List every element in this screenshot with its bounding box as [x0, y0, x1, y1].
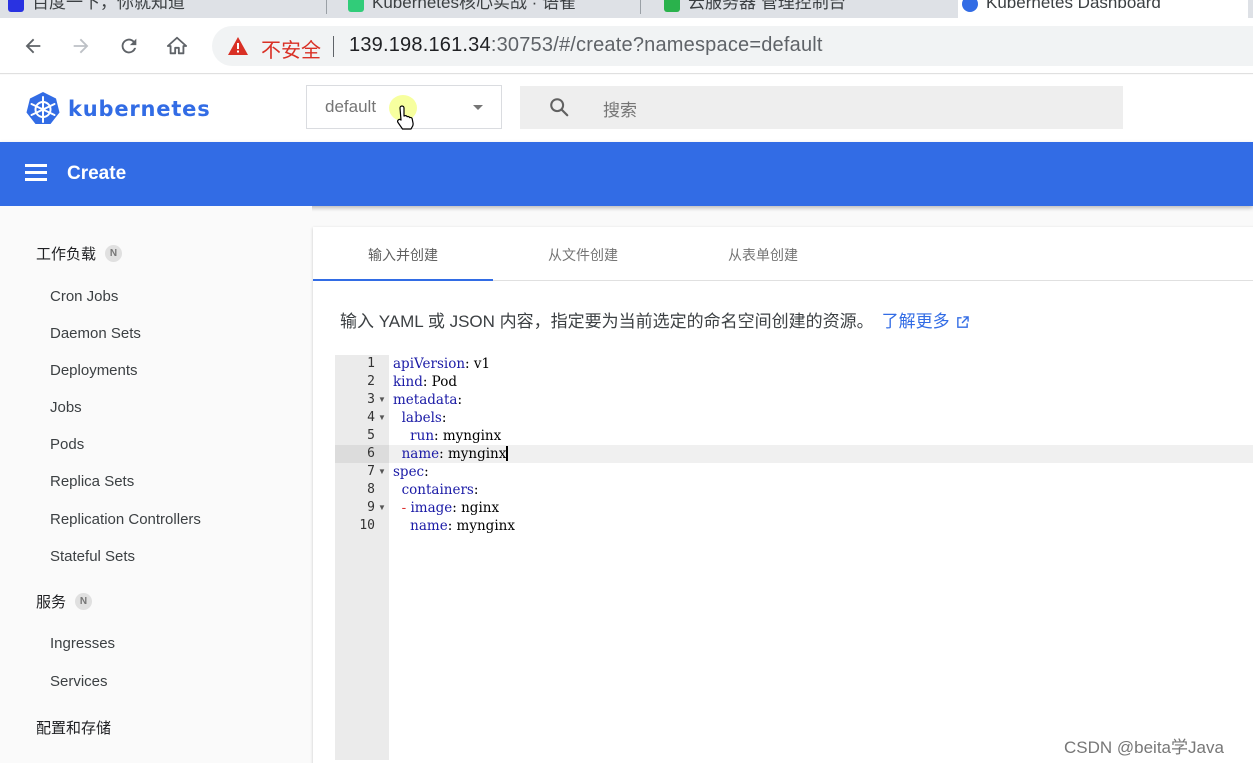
browser-tab-baidu[interactable]: 百度一下，你就知道	[4, 0, 322, 18]
browser-tab-strip: 百度一下，你就知道 Kubernetes核心实战 · 语雀 云服务器 管理控制台…	[0, 0, 1253, 18]
line-number: 5	[367, 428, 375, 443]
line-number: 10	[359, 518, 375, 533]
insecure-label: 不安全	[261, 40, 321, 62]
code-line: run: mynginx	[410, 428, 502, 444]
code-line: metadata:	[393, 392, 462, 408]
active-tab-indicator	[313, 279, 493, 281]
create-description: 输入 YAML 或 JSON 内容，指定要为当前选定的命名空间创建的资源。 了解更…	[340, 307, 969, 332]
cloud-favicon-icon	[664, 0, 680, 12]
home-button[interactable]	[161, 30, 193, 62]
line-number: 7	[367, 464, 375, 479]
line-number: 8	[367, 482, 375, 497]
browser-tab-cloud[interactable]: 云服务器 管理控制台	[660, 0, 950, 18]
line-number: 1	[367, 356, 375, 371]
active-line-highlight	[389, 445, 1253, 463]
omnibox-separator	[333, 36, 334, 57]
external-link-icon	[956, 316, 969, 328]
code-line: containers:	[401, 482, 479, 498]
reload-icon	[121, 38, 137, 54]
yuque-favicon-icon	[348, 0, 364, 12]
sidebar-section-config-storage[interactable]: 配置和存储	[36, 717, 111, 738]
create-card: 输入并创建 从文件创建 从表单创建 输入 YAML 或 JSON 内容，指定要为…	[313, 227, 1253, 763]
brand-name[interactable]: kubernetes	[68, 97, 211, 121]
text-cursor	[506, 446, 508, 461]
page-title: Create	[67, 163, 127, 184]
search-box[interactable]: 搜索	[520, 86, 1123, 129]
page-toolbar: Create	[0, 142, 1253, 206]
arrow-left-icon	[25, 38, 41, 54]
chevron-down-icon	[473, 105, 483, 110]
search-input[interactable]: 搜索	[603, 96, 637, 121]
line-number: 6	[367, 446, 375, 461]
code-line: spec:	[393, 464, 429, 480]
new-badge: N	[75, 593, 93, 610]
line-number: 4	[367, 410, 375, 425]
sidebar-section-service[interactable]: 服务 N	[36, 591, 93, 612]
tab-create-from-input[interactable]: 输入并创建	[313, 227, 493, 281]
url-text: 139.198.161.34:30753/#/create?namespace=…	[349, 34, 823, 56]
sidebar-item-cron-jobs[interactable]: Cron Jobs	[50, 288, 118, 305]
warning-icon	[228, 37, 248, 55]
code-line: labels:	[401, 410, 447, 426]
line-number: 3	[367, 392, 375, 407]
browser-tab-dashboard[interactable]: Kubernetes Dashboard	[958, 0, 1248, 18]
browser-tab-yuque[interactable]: Kubernetes核心实战 · 语雀	[344, 0, 634, 18]
sidebar-item-replication-controllers[interactable]: Replication Controllers	[50, 511, 201, 528]
watermark: CSDN @beita学Java	[1064, 738, 1224, 757]
new-badge: N	[105, 245, 123, 262]
fold-toggle-icon[interactable]: ▼	[378, 409, 386, 427]
address-bar[interactable]: 不安全 139.198.161.34:30753/#/create?namesp…	[212, 26, 1253, 66]
sidebar-item-replica-sets[interactable]: Replica Sets	[50, 473, 134, 490]
sidebar-item-jobs[interactable]: Jobs	[50, 399, 82, 416]
sidebar-item-services[interactable]: Services	[50, 673, 108, 690]
app-header: kubernetes default 搜索	[0, 75, 1253, 142]
sidebar-item-stateful-sets[interactable]: Stateful Sets	[50, 548, 135, 565]
menu-icon[interactable]	[25, 164, 47, 182]
namespace-select[interactable]: default	[306, 85, 502, 130]
baidu-favicon-icon	[8, 0, 24, 12]
line-number: 2	[367, 374, 375, 389]
code-line: - image: nginx	[401, 500, 500, 516]
code-line: apiVersion: v1	[393, 356, 491, 372]
sidebar-section-workloads[interactable]: 工作负载 N	[36, 243, 123, 264]
sidebar-nav: 工作负载 N Cron Jobs Daemon Sets Deployments…	[0, 206, 312, 763]
search-icon	[550, 98, 569, 117]
back-button[interactable]	[17, 30, 49, 62]
create-tabs: 输入并创建 从文件创建 从表单创建	[313, 227, 1253, 281]
reload-button[interactable]	[113, 30, 145, 62]
kubernetes-logo-icon[interactable]	[25, 91, 61, 127]
fold-toggle-icon[interactable]: ▼	[378, 391, 386, 409]
hand-cursor-icon	[397, 105, 414, 130]
code-line: kind: Pod	[393, 374, 457, 390]
sidebar-item-deployments[interactable]: Deployments	[50, 362, 138, 379]
namespace-value: default	[325, 97, 377, 116]
tab-create-from-form[interactable]: 从表单创建	[673, 227, 853, 281]
tab-separator	[640, 0, 641, 14]
line-number: 9	[367, 500, 375, 515]
browser-toolbar: 不安全 139.198.161.34:30753/#/create?namesp…	[0, 18, 1253, 74]
fold-toggle-icon[interactable]: ▼	[378, 499, 386, 517]
kubernetes-favicon-icon	[962, 0, 978, 12]
code-line: name: mynginx	[410, 518, 515, 534]
sidebar-item-daemon-sets[interactable]: Daemon Sets	[50, 325, 141, 342]
arrow-right-icon	[73, 38, 89, 54]
sidebar-item-pods[interactable]: Pods	[50, 436, 84, 453]
tab-create-from-file[interactable]: 从文件创建	[493, 227, 673, 281]
yaml-editor[interactable]: 1 apiVersion: v1 2 kind: Pod 3 ▼ metadata: 4 ▼ l…	[335, 355, 1253, 760]
learn-more-link[interactable]: 了解更多	[882, 312, 969, 331]
home-icon	[166, 36, 188, 55]
fold-toggle-icon[interactable]: ▼	[378, 463, 386, 481]
tab-separator	[326, 0, 327, 14]
forward-button[interactable]	[65, 30, 97, 62]
sidebar-item-ingresses[interactable]: Ingresses	[50, 635, 115, 652]
code-line: name: mynginx	[401, 446, 508, 462]
